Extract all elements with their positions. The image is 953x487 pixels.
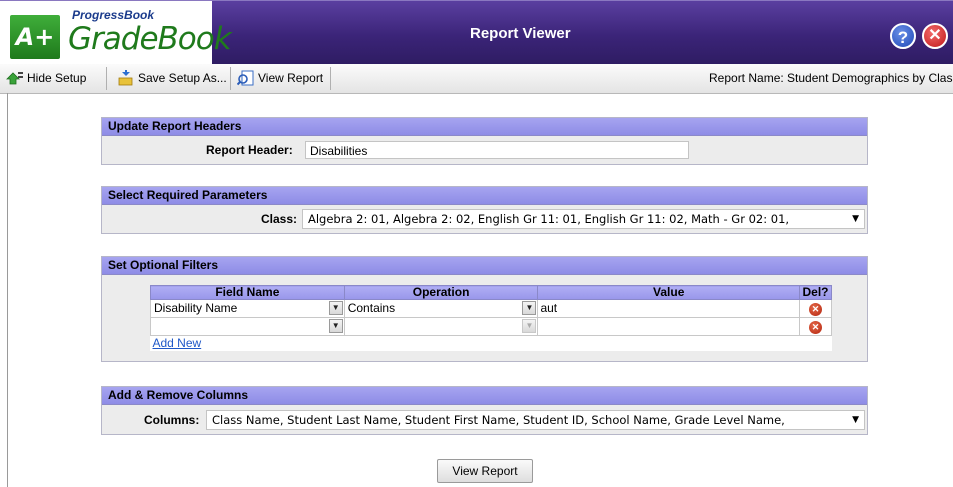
report-header-input[interactable]: Disabilities [305, 141, 689, 159]
optional-filters-panel: Set Optional Filters Field Name Operatio… [101, 256, 868, 362]
filters-header-row: Field Name Operation Value Del? [150, 285, 833, 300]
hide-setup-label: Hide Setup [27, 71, 87, 85]
value-text: aut [540, 301, 558, 315]
columns-label: Columns: [144, 413, 200, 427]
toolbar-divider [230, 67, 231, 90]
report-name-text: Report Name: Student Demographics by Cla… [709, 71, 953, 85]
save-setup-icon [117, 69, 135, 86]
save-setup-label: Save Setup As... [138, 71, 227, 85]
required-parameters-panel: Select Required Parameters Class: Algebr… [101, 186, 868, 234]
table-row: Disability Name ▼ Contains ▼ aut ✕ [150, 299, 833, 318]
toolbar-divider [106, 67, 107, 90]
column-header-value: Value [537, 285, 800, 300]
operation-select[interactable]: Contains ▼ [343, 299, 539, 318]
chevron-down-icon: ▼ [522, 319, 537, 333]
column-header-delete: Del? [798, 285, 833, 300]
chevron-down-icon: ▼ [852, 415, 859, 425]
help-icon[interactable]: ? [890, 23, 916, 49]
columns-panel: Add & Remove Columns Columns: Class Name… [101, 386, 868, 435]
report-viewer-window: A+ ProgressBook GradeBook Report Viewer … [0, 0, 953, 487]
chevron-down-icon[interactable]: ▼ [328, 301, 343, 315]
table-row: ▼ ▼ ✕ [150, 317, 833, 336]
column-header-operation: Operation [343, 285, 539, 300]
delete-cell: ✕ [798, 299, 833, 318]
value-input[interactable]: aut [537, 299, 800, 318]
report-header-label: Report Header: [206, 143, 293, 157]
class-select-value: Algebra 2: 01, Algebra 2: 02, English Gr… [308, 212, 790, 226]
hide-setup-icon [6, 70, 24, 86]
columns-select-value: Class Name, Student Last Name, Student F… [212, 413, 785, 427]
logo-area: A+ ProgressBook GradeBook [0, 1, 232, 65]
chevron-down-icon[interactable]: ▼ [328, 319, 343, 333]
content-left-border [7, 93, 8, 487]
field-name-select[interactable]: Disability Name ▼ [150, 299, 345, 318]
columns-select[interactable]: Class Name, Student Last Name, Student F… [206, 410, 865, 430]
toolbar-view-report-button[interactable]: View Report [236, 68, 324, 88]
panel-title: Select Required Parameters [102, 187, 867, 205]
hide-setup-button[interactable]: Hide Setup [6, 68, 86, 88]
panel-title: Add & Remove Columns [102, 387, 867, 405]
save-setup-button[interactable]: Save Setup As... [117, 68, 227, 88]
update-report-headers-panel: Update Report Headers Report Header: Dis… [101, 117, 868, 165]
view-report-label: View Report [258, 71, 324, 85]
delete-row-icon[interactable]: ✕ [808, 303, 822, 316]
operation-value: Contains [347, 301, 396, 315]
toolbar-divider [330, 67, 331, 90]
panel-title: Set Optional Filters [102, 257, 867, 275]
brand-progressbook: ProgressBook [72, 8, 155, 22]
toolbar: Hide Setup Save Setup As... View Report [0, 64, 953, 94]
chevron-down-icon: ▼ [852, 214, 859, 224]
field-name-value: Disability Name [154, 301, 238, 315]
view-report-button[interactable]: View Report [437, 459, 533, 483]
brand-gradebook: GradeBook [68, 21, 232, 57]
column-header-field-name: Field Name [150, 285, 345, 300]
view-report-icon [236, 70, 255, 86]
operation-select: ▼ [343, 317, 539, 336]
value-input[interactable] [537, 317, 800, 336]
class-select[interactable]: Algebra 2: 01, Algebra 2: 02, English Gr… [302, 209, 865, 229]
panel-title: Update Report Headers [102, 118, 867, 136]
close-icon[interactable]: ✕ [922, 23, 948, 49]
chevron-down-icon[interactable]: ▼ [522, 301, 537, 315]
class-label: Class: [261, 212, 298, 226]
add-new-row: Add New [150, 335, 832, 351]
add-new-link[interactable]: Add New [151, 336, 202, 350]
field-name-select[interactable]: ▼ [150, 317, 345, 336]
app-header: A+ ProgressBook GradeBook Report Viewer … [0, 0, 953, 65]
page-title: Report Viewer [470, 25, 571, 42]
aplus-logo-icon: A+ [8, 13, 62, 61]
filters-table: Field Name Operation Value Del? Disabili… [150, 285, 833, 351]
delete-row-icon[interactable]: ✕ [808, 321, 822, 334]
delete-cell: ✕ [798, 317, 833, 336]
